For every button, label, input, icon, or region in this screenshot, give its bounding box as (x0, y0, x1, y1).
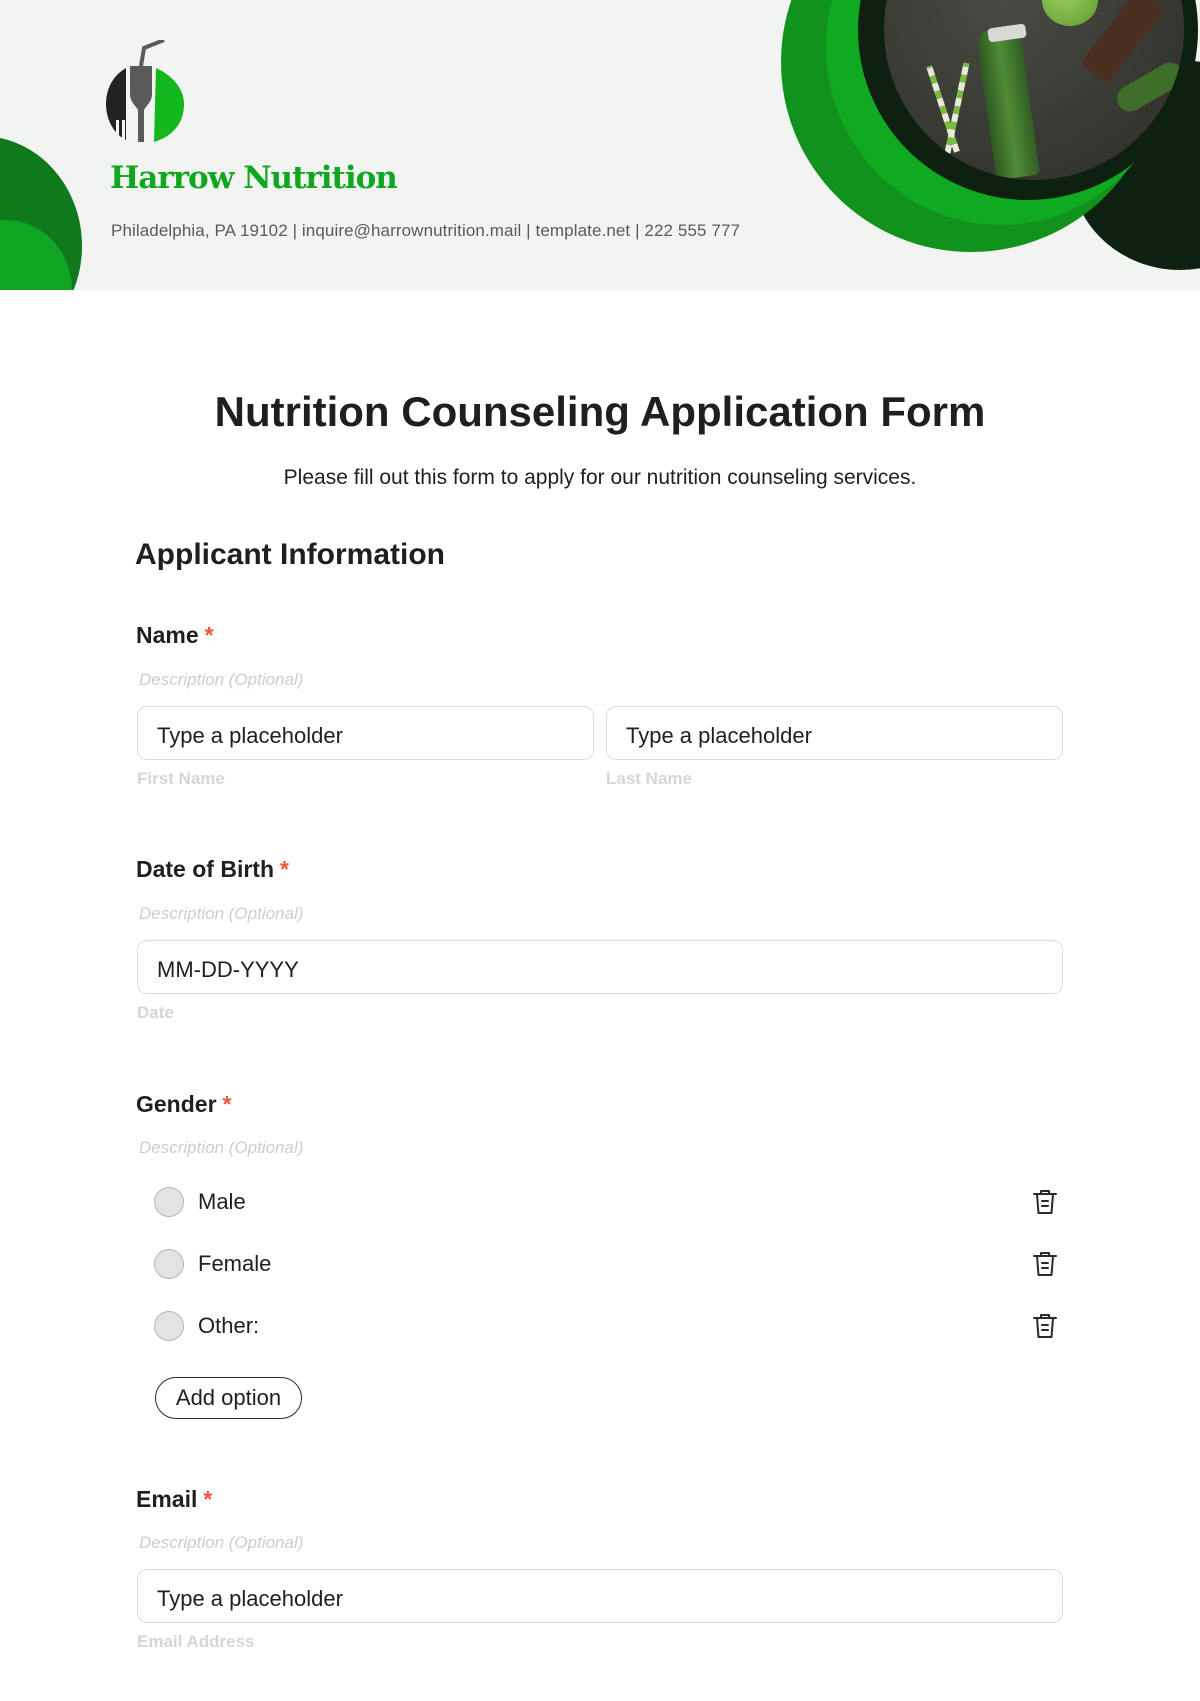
dob-placeholder: MM-DD-YYYY (157, 957, 299, 982)
name-label-text: Name (136, 622, 199, 648)
radio-button[interactable] (154, 1311, 184, 1341)
required-marker: * (280, 856, 289, 882)
first-name-input[interactable]: Type a placeholder (137, 706, 594, 760)
email-label: Email * (136, 1486, 212, 1513)
last-name-sublabel: Last Name (606, 769, 692, 788)
option-label[interactable]: Male (198, 1189, 246, 1215)
email-sublabel: Email Address (137, 1632, 255, 1651)
form-subtitle: Please fill out this form to apply for o… (283, 466, 917, 489)
name-description[interactable]: Description (Optional) (139, 670, 303, 690)
email-description[interactable]: Description (Optional) (139, 1533, 303, 1553)
required-marker: * (222, 1091, 232, 1117)
straw-shape (944, 62, 970, 154)
gender-option-male[interactable]: Male (154, 1182, 1058, 1222)
dob-sublabel: Date (137, 1003, 174, 1022)
gender-label: Gender * (136, 1091, 231, 1118)
brand-name: Harrow Nutrition (110, 160, 398, 196)
gender-label-text: Gender (136, 1091, 217, 1117)
apple-shape (1042, 0, 1098, 26)
letterhead-banner: Harrow Nutrition Philadelphia, PA 19102 … (0, 0, 1200, 290)
option-label[interactable]: Other: (198, 1313, 259, 1339)
dob-input[interactable]: MM-DD-YYYY (137, 940, 1063, 994)
dob-label: Date of Birth * (136, 856, 289, 883)
name-label: Name * (136, 622, 214, 649)
gender-option-other[interactable]: Other: (154, 1306, 1058, 1346)
gender-description[interactable]: Description (Optional) (139, 1138, 303, 1158)
email-placeholder: Type a placeholder (157, 1586, 343, 1611)
email-input[interactable]: Type a placeholder (137, 1569, 1063, 1623)
trash-icon[interactable] (1032, 1250, 1058, 1278)
dob-description[interactable]: Description (Optional) (139, 904, 303, 924)
contact-line: Philadelphia, PA 19102 | inquire@harrown… (111, 221, 741, 240)
first-name-sublabel: First Name (137, 769, 225, 788)
radio-button[interactable] (154, 1249, 184, 1279)
section-heading: Applicant Information (135, 538, 445, 571)
last-name-input[interactable]: Type a placeholder (606, 706, 1063, 760)
fork-cup-straw-logo-icon (106, 40, 184, 142)
option-label[interactable]: Female (198, 1251, 271, 1277)
form-title: Nutrition Counseling Application Form (214, 388, 986, 435)
trash-icon[interactable] (1032, 1312, 1058, 1340)
gender-option-female[interactable]: Female (154, 1244, 1058, 1284)
required-marker: * (203, 1486, 213, 1512)
dob-label-text: Date of Birth (136, 856, 274, 882)
email-label-text: Email (136, 1486, 198, 1512)
required-marker: * (204, 622, 214, 648)
add-option-button[interactable]: Add option (155, 1377, 302, 1419)
first-name-placeholder: Type a placeholder (157, 723, 343, 748)
juice-bottle-shape (975, 25, 1041, 180)
radio-button[interactable] (154, 1187, 184, 1217)
last-name-placeholder: Type a placeholder (626, 723, 812, 748)
trash-icon[interactable] (1032, 1188, 1058, 1216)
